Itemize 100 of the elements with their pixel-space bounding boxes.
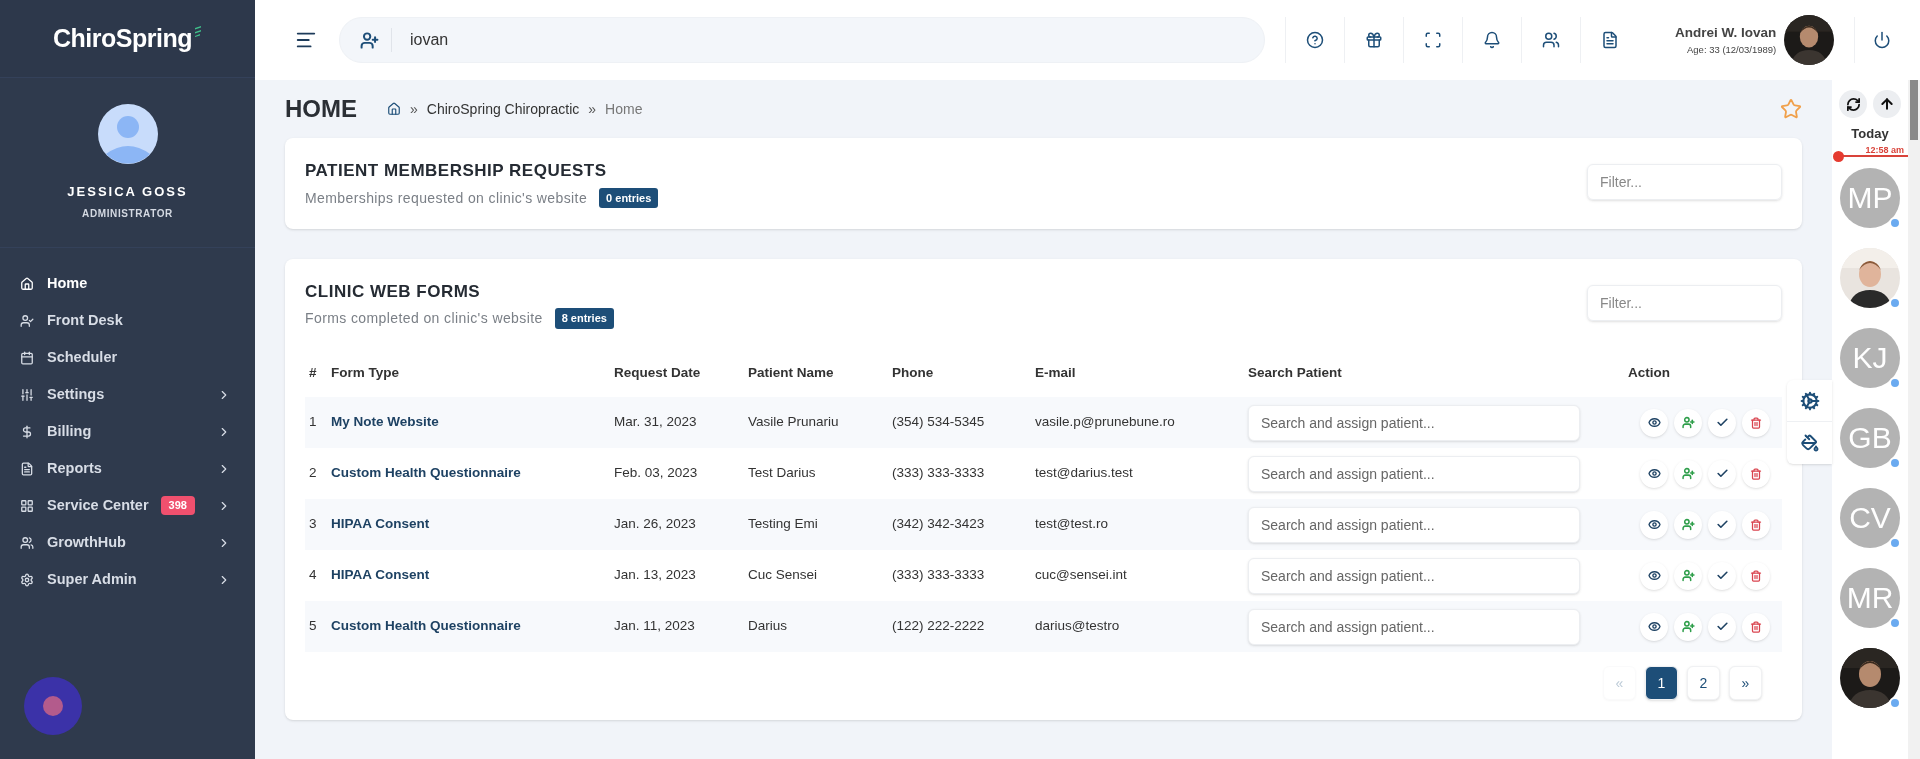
filter-field[interactable]: Filter... xyxy=(1587,284,1782,321)
trash-icon xyxy=(1750,620,1762,633)
eye-icon xyxy=(1647,467,1661,480)
table-cell: test@darius.test xyxy=(1035,465,1133,481)
search-field[interactable]: iovan xyxy=(339,17,1265,63)
sidebar-item[interactable]: Scheduler xyxy=(20,343,235,372)
assign-patient-button[interactable] xyxy=(1674,408,1702,437)
approve-button[interactable] xyxy=(1708,408,1736,437)
form-type-link[interactable]: My Note Website xyxy=(331,414,439,430)
sidebar-item[interactable]: Service Center 398 xyxy=(20,491,235,520)
avatar-icon xyxy=(97,104,158,164)
patient-search-field[interactable]: Search and assign patient... xyxy=(1248,557,1580,594)
document-icon[interactable] xyxy=(1601,31,1619,49)
delete-button[interactable] xyxy=(1742,561,1770,590)
fullscreen-icon[interactable] xyxy=(1424,31,1442,49)
bell-icon[interactable] xyxy=(1483,31,1501,49)
user-role: ADMINISTRATOR xyxy=(82,206,173,221)
eye-icon xyxy=(1647,518,1661,531)
users-icon xyxy=(20,535,34,550)
form-type-link[interactable]: HIPAA Consent xyxy=(331,516,430,532)
view-button[interactable] xyxy=(1640,561,1668,590)
row-number: 3 xyxy=(309,516,317,532)
pagination-button[interactable]: 2 xyxy=(1687,666,1720,700)
add-user-icon xyxy=(1681,620,1695,633)
grid-icon xyxy=(20,498,34,513)
sidebar-item[interactable]: Reports xyxy=(20,454,235,483)
patient-search-field[interactable]: Search and assign patient... xyxy=(1248,455,1580,492)
view-button[interactable] xyxy=(1640,612,1668,641)
card-subtitle: Memberships requested on clinic's website xyxy=(305,188,588,208)
check-icon xyxy=(1715,518,1729,531)
column-header: Request Date xyxy=(614,364,701,380)
settings-icon xyxy=(20,572,34,587)
pagination-button[interactable]: » xyxy=(1729,666,1762,700)
form-type-link[interactable]: Custom Health Questionnaire xyxy=(331,618,521,634)
row-number: 5 xyxy=(309,618,317,634)
table-cell: Jan. 13, 2023 xyxy=(614,567,696,583)
power-icon[interactable] xyxy=(1873,31,1892,49)
sidebar-item[interactable]: GrowthHub xyxy=(20,528,235,557)
sidebar-item[interactable]: Billing xyxy=(20,417,235,446)
sliders-icon xyxy=(20,387,34,402)
logo[interactable]: ChiroSpring xyxy=(53,19,192,58)
check-icon xyxy=(1715,569,1729,582)
table-cell: Jan. 26, 2023 xyxy=(614,516,696,532)
approve-button[interactable] xyxy=(1708,561,1736,590)
delete-button[interactable] xyxy=(1742,408,1770,437)
trash-icon xyxy=(1750,518,1762,531)
column-header: E-mail xyxy=(1035,364,1076,380)
user-check-icon xyxy=(20,313,34,328)
approve-button[interactable] xyxy=(1708,459,1736,488)
sidebar-item[interactable]: Settings xyxy=(20,380,235,409)
card-subtitle: Forms completed on clinic's website xyxy=(305,309,543,328)
day-label: Today xyxy=(1851,125,1889,143)
user-name: JESSICA GOSS xyxy=(67,183,188,201)
add-user-icon xyxy=(1681,569,1695,582)
row-number: 2 xyxy=(309,465,317,481)
entries-badge: 8 entries xyxy=(554,308,614,329)
view-button[interactable] xyxy=(1640,459,1668,488)
eye-icon xyxy=(1647,620,1661,633)
table-cell: cuc@sensei.int xyxy=(1035,567,1127,583)
leaf-icon xyxy=(193,24,202,37)
eye-icon xyxy=(1647,416,1661,429)
scroll-up-button[interactable] xyxy=(1873,90,1901,118)
patient-search-field[interactable]: Search and assign patient... xyxy=(1248,506,1580,543)
help-icon[interactable] xyxy=(1306,31,1324,49)
filter-field[interactable]: Filter... xyxy=(1587,164,1782,200)
sidebar-item[interactable]: Super Admin xyxy=(20,565,235,594)
sidebar-item[interactable]: Home xyxy=(20,269,235,298)
page-title: HOME xyxy=(285,94,357,124)
pagination-button[interactable]: 1 xyxy=(1645,666,1678,700)
approve-button[interactable] xyxy=(1708,510,1736,539)
sidebar-item[interactable]: Front Desk xyxy=(20,306,235,335)
home-icon[interactable] xyxy=(387,102,401,116)
gears-icon[interactable] xyxy=(1799,390,1820,411)
assign-patient-button[interactable] xyxy=(1674,612,1702,641)
paint-bucket-icon[interactable] xyxy=(1800,434,1819,452)
patient-search-field[interactable]: Search and assign patient... xyxy=(1248,404,1580,441)
view-button[interactable] xyxy=(1640,408,1668,437)
approve-button[interactable] xyxy=(1708,612,1736,641)
table-cell: test@test.ro xyxy=(1035,516,1108,532)
users-icon[interactable] xyxy=(1542,31,1560,49)
trash-icon xyxy=(1750,569,1762,582)
delete-button[interactable] xyxy=(1742,510,1770,539)
refresh-button[interactable] xyxy=(1839,90,1867,118)
assign-patient-button[interactable] xyxy=(1674,459,1702,488)
delete-button[interactable] xyxy=(1742,612,1770,641)
eye-icon xyxy=(1647,569,1661,582)
assign-patient-button[interactable] xyxy=(1674,510,1702,539)
form-type-link[interactable]: Custom Health Questionnaire xyxy=(331,465,521,481)
table-cell: Mar. 31, 2023 xyxy=(614,414,697,430)
breadcrumb-link[interactable]: ChiroSpring Chiropractic xyxy=(426,98,580,120)
delete-button[interactable] xyxy=(1742,459,1770,488)
breadcrumb-separator: » xyxy=(410,99,418,119)
assign-patient-button[interactable] xyxy=(1674,561,1702,590)
view-button[interactable] xyxy=(1640,510,1668,539)
add-user-icon xyxy=(1681,416,1695,429)
star-icon[interactable] xyxy=(1780,98,1802,120)
patient-search-field[interactable]: Search and assign patient... xyxy=(1248,608,1580,645)
count-badge: 398 xyxy=(160,496,195,515)
gift-icon[interactable] xyxy=(1365,31,1383,49)
form-type-link[interactable]: HIPAA Consent xyxy=(331,567,430,583)
